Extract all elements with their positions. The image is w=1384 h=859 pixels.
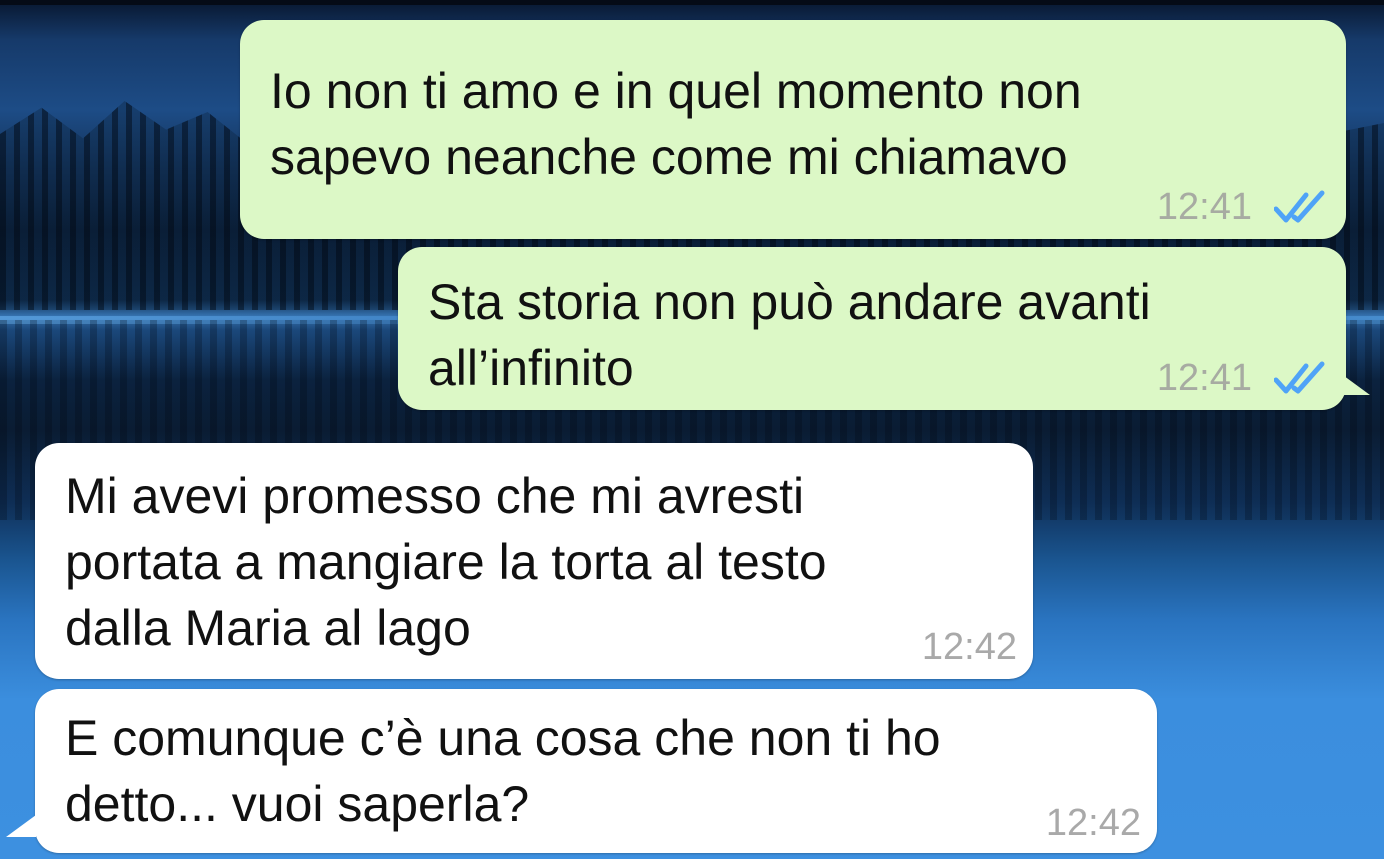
message-text: Mi avevi promesso che mi avresti portata… (65, 468, 827, 656)
message-bubble-incoming[interactable]: Mi avevi promesso che mi avresti portata… (35, 443, 1033, 679)
message-time: 12:41 (1156, 186, 1252, 228)
message-bubble-incoming[interactable]: E comunque c’è una cosa che non ti ho de… (35, 689, 1157, 853)
top-edge (0, 0, 1384, 5)
message-text: E comunque c’è una cosa che non ti ho de… (65, 710, 941, 832)
message-time: 12:41 (1156, 357, 1252, 399)
message-time: 12:42 (921, 626, 1017, 668)
message-text: Io non ti amo e in quel momento non sape… (270, 63, 1082, 185)
message-meta: 12:41 (1157, 187, 1330, 227)
message-bubble-outgoing[interactable]: Sta storia non può andare avanti all’inf… (398, 247, 1346, 410)
message-meta: 12:41 (1157, 358, 1330, 398)
bubble-tail-incoming (6, 815, 36, 837)
double-check-read-icon (1274, 190, 1325, 223)
bubble-tail-outgoing (1340, 373, 1370, 395)
message-bubble-outgoing[interactable]: Io non ti amo e in quel momento non sape… (240, 20, 1346, 239)
double-check-read-icon (1274, 361, 1325, 394)
message-meta: 12:42 (922, 627, 1017, 667)
message-text: Sta storia non può andare avanti all’inf… (428, 274, 1151, 396)
message-time: 12:42 (1045, 802, 1141, 844)
message-meta: 12:42 (1046, 803, 1141, 843)
